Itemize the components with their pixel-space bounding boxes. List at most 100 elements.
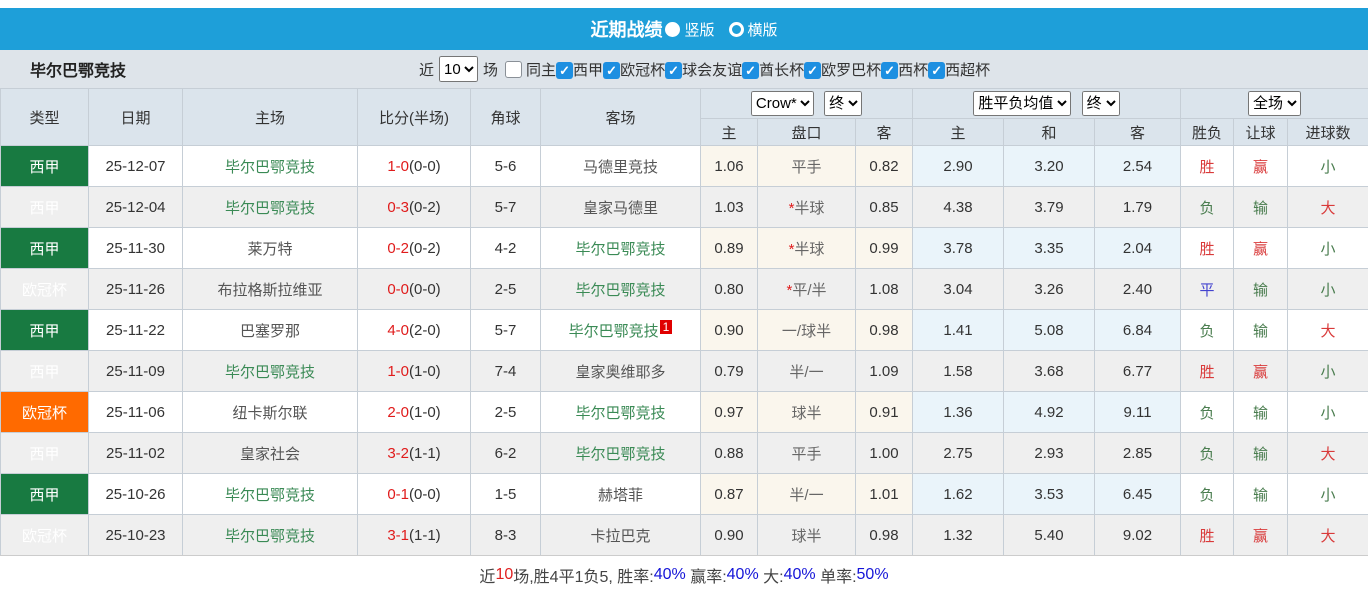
goals-result-cell: 大: [1288, 515, 1368, 556]
let-ball-result-cell: 输: [1234, 269, 1288, 310]
same-venue-label[interactable]: 同主: [526, 59, 556, 80]
home-team[interactable]: 巴塞罗那: [240, 323, 300, 340]
away-team-cell: 毕尔巴鄂竞技: [541, 228, 701, 269]
half-time-score: (1-1): [409, 445, 441, 462]
away-odds-cell: 0.82: [856, 146, 913, 187]
league-label[interactable]: 西杯: [898, 62, 928, 79]
away-team[interactable]: 毕尔巴鄂竞技: [575, 405, 665, 422]
match-date: 25-12-04: [89, 187, 183, 228]
home-team-cell: 毕尔巴鄂竞技: [183, 351, 358, 392]
home-team-cell: 纽卡斯尔联: [183, 392, 358, 433]
league-checkbox[interactable]: ✓: [665, 62, 682, 79]
away-team[interactable]: 皇家奥维耶多: [575, 364, 665, 381]
away-team[interactable]: 毕尔巴鄂竞技: [569, 323, 659, 340]
handicap-cell: 球半: [758, 515, 856, 556]
summary-segment: 场,胜4平1负5, 胜率:: [513, 563, 653, 587]
col-header-avg-away: 客: [1095, 119, 1181, 146]
table-row: 西甲 25-12-04 毕尔巴鄂竞技 0-3(0-2) 5-7 皇家马德里 1.…: [1, 187, 1368, 228]
league-label[interactable]: 酋长杯: [759, 62, 804, 79]
league-label[interactable]: 欧冠杯: [620, 62, 665, 79]
odds-select-group: Crow* 终: [701, 89, 913, 119]
full-time-score: 4-0: [387, 322, 409, 339]
avg-home-cell: 1.62: [913, 474, 1004, 515]
away-team[interactable]: 皇家马德里: [583, 200, 658, 217]
let-ball-result-cell: 输: [1234, 187, 1288, 228]
score-cell: 3-1(1-1): [358, 515, 471, 556]
half-time-score: (1-1): [409, 527, 441, 544]
layout-horizontal-label[interactable]: 横版: [748, 19, 778, 40]
same-venue-checkbox[interactable]: [505, 61, 522, 78]
result-cell: 负: [1181, 474, 1234, 515]
odds-time-select[interactable]: 终: [824, 91, 862, 116]
goals-result-cell: 小: [1288, 228, 1368, 269]
layout-vertical-label[interactable]: 竖版: [684, 19, 714, 40]
league-checkbox[interactable]: ✓: [804, 62, 821, 79]
away-team[interactable]: 毕尔巴鄂竞技: [575, 282, 665, 299]
home-team[interactable]: 毕尔巴鄂竞技: [225, 528, 315, 545]
league-badge: 西甲: [1, 146, 89, 187]
match-count-select[interactable]: 10: [439, 56, 478, 82]
league-label[interactable]: 西超杯: [945, 62, 990, 79]
let-ball-result-cell: 赢: [1234, 228, 1288, 269]
handicap-cell: *半球: [758, 228, 856, 269]
away-team[interactable]: 赫塔菲: [598, 487, 643, 504]
home-team-cell: 皇家社会: [183, 433, 358, 474]
layout-vertical-radio[interactable]: [665, 22, 680, 37]
score-cell: 1-0(1-0): [358, 351, 471, 392]
away-team[interactable]: 毕尔巴鄂竞技: [575, 241, 665, 258]
odds-company-select[interactable]: Crow*: [751, 91, 814, 116]
avg-time-select[interactable]: 终: [1082, 91, 1120, 116]
corners-cell: 1-5: [471, 474, 541, 515]
away-team[interactable]: 马德里竞技: [583, 159, 658, 176]
league-checkbox[interactable]: ✓: [556, 62, 573, 79]
league-label[interactable]: 欧罗巴杯: [821, 62, 881, 79]
col-header-avg-home: 主: [913, 119, 1004, 146]
summary-segment: 40%: [727, 566, 759, 584]
scope-select-group: 全场: [1181, 89, 1368, 119]
avg-away-cell: 2.54: [1095, 146, 1181, 187]
summary-segment: 40%: [654, 566, 686, 584]
home-odds-cell: 0.80: [701, 269, 758, 310]
away-team[interactable]: 卡拉巴克: [590, 528, 650, 545]
league-checkbox[interactable]: ✓: [742, 62, 759, 79]
home-odds-cell: 1.03: [701, 187, 758, 228]
avg-home-cell: 3.04: [913, 269, 1004, 310]
home-team[interactable]: 毕尔巴鄂竞技: [225, 200, 315, 217]
league-badge: 西甲: [1, 228, 89, 269]
avg-type-select[interactable]: 胜平负均值: [973, 91, 1071, 116]
away-odds-cell: 1.00: [856, 433, 913, 474]
result-cell: 负: [1181, 187, 1234, 228]
title-bar: 近期战绩 竖版 横版: [0, 8, 1368, 50]
away-team-cell: 皇家马德里: [541, 187, 701, 228]
home-team[interactable]: 莱万特: [247, 241, 292, 258]
avg-draw-cell: 4.92: [1004, 392, 1095, 433]
away-odds-cell: 0.91: [856, 392, 913, 433]
league-checkbox[interactable]: ✓: [881, 62, 898, 79]
away-team-cell: 毕尔巴鄂竞技: [541, 269, 701, 310]
home-team[interactable]: 布拉格斯拉维亚: [217, 282, 322, 299]
home-team[interactable]: 纽卡斯尔联: [232, 405, 307, 422]
league-label[interactable]: 西甲: [573, 62, 603, 79]
avg-home-cell: 2.90: [913, 146, 1004, 187]
home-team[interactable]: 毕尔巴鄂竞技: [225, 364, 315, 381]
league-label[interactable]: 球会友谊: [682, 62, 742, 79]
away-team[interactable]: 毕尔巴鄂竞技: [575, 446, 665, 463]
corners-cell: 5-7: [471, 187, 541, 228]
home-team[interactable]: 毕尔巴鄂竞技: [225, 487, 315, 504]
home-team-cell: 莱万特: [183, 228, 358, 269]
avg-draw-cell: 3.68: [1004, 351, 1095, 392]
avg-draw-cell: 3.53: [1004, 474, 1095, 515]
league-checkbox[interactable]: ✓: [928, 62, 945, 79]
home-team[interactable]: 毕尔巴鄂竞技: [225, 159, 315, 176]
match-date: 25-11-02: [89, 433, 183, 474]
layout-horizontal-radio[interactable]: [729, 22, 744, 37]
col-header-home: 主场: [183, 89, 358, 146]
handicap-text: 平手: [791, 446, 821, 463]
half-time-score: (0-0): [409, 486, 441, 503]
league-checkbox[interactable]: ✓: [603, 62, 620, 79]
half-time-score: (0-2): [409, 240, 441, 257]
col-header-corners: 角球: [471, 89, 541, 146]
scope-select[interactable]: 全场: [1248, 91, 1301, 116]
home-team[interactable]: 皇家社会: [240, 446, 300, 463]
home-team-cell: 巴塞罗那: [183, 310, 358, 351]
